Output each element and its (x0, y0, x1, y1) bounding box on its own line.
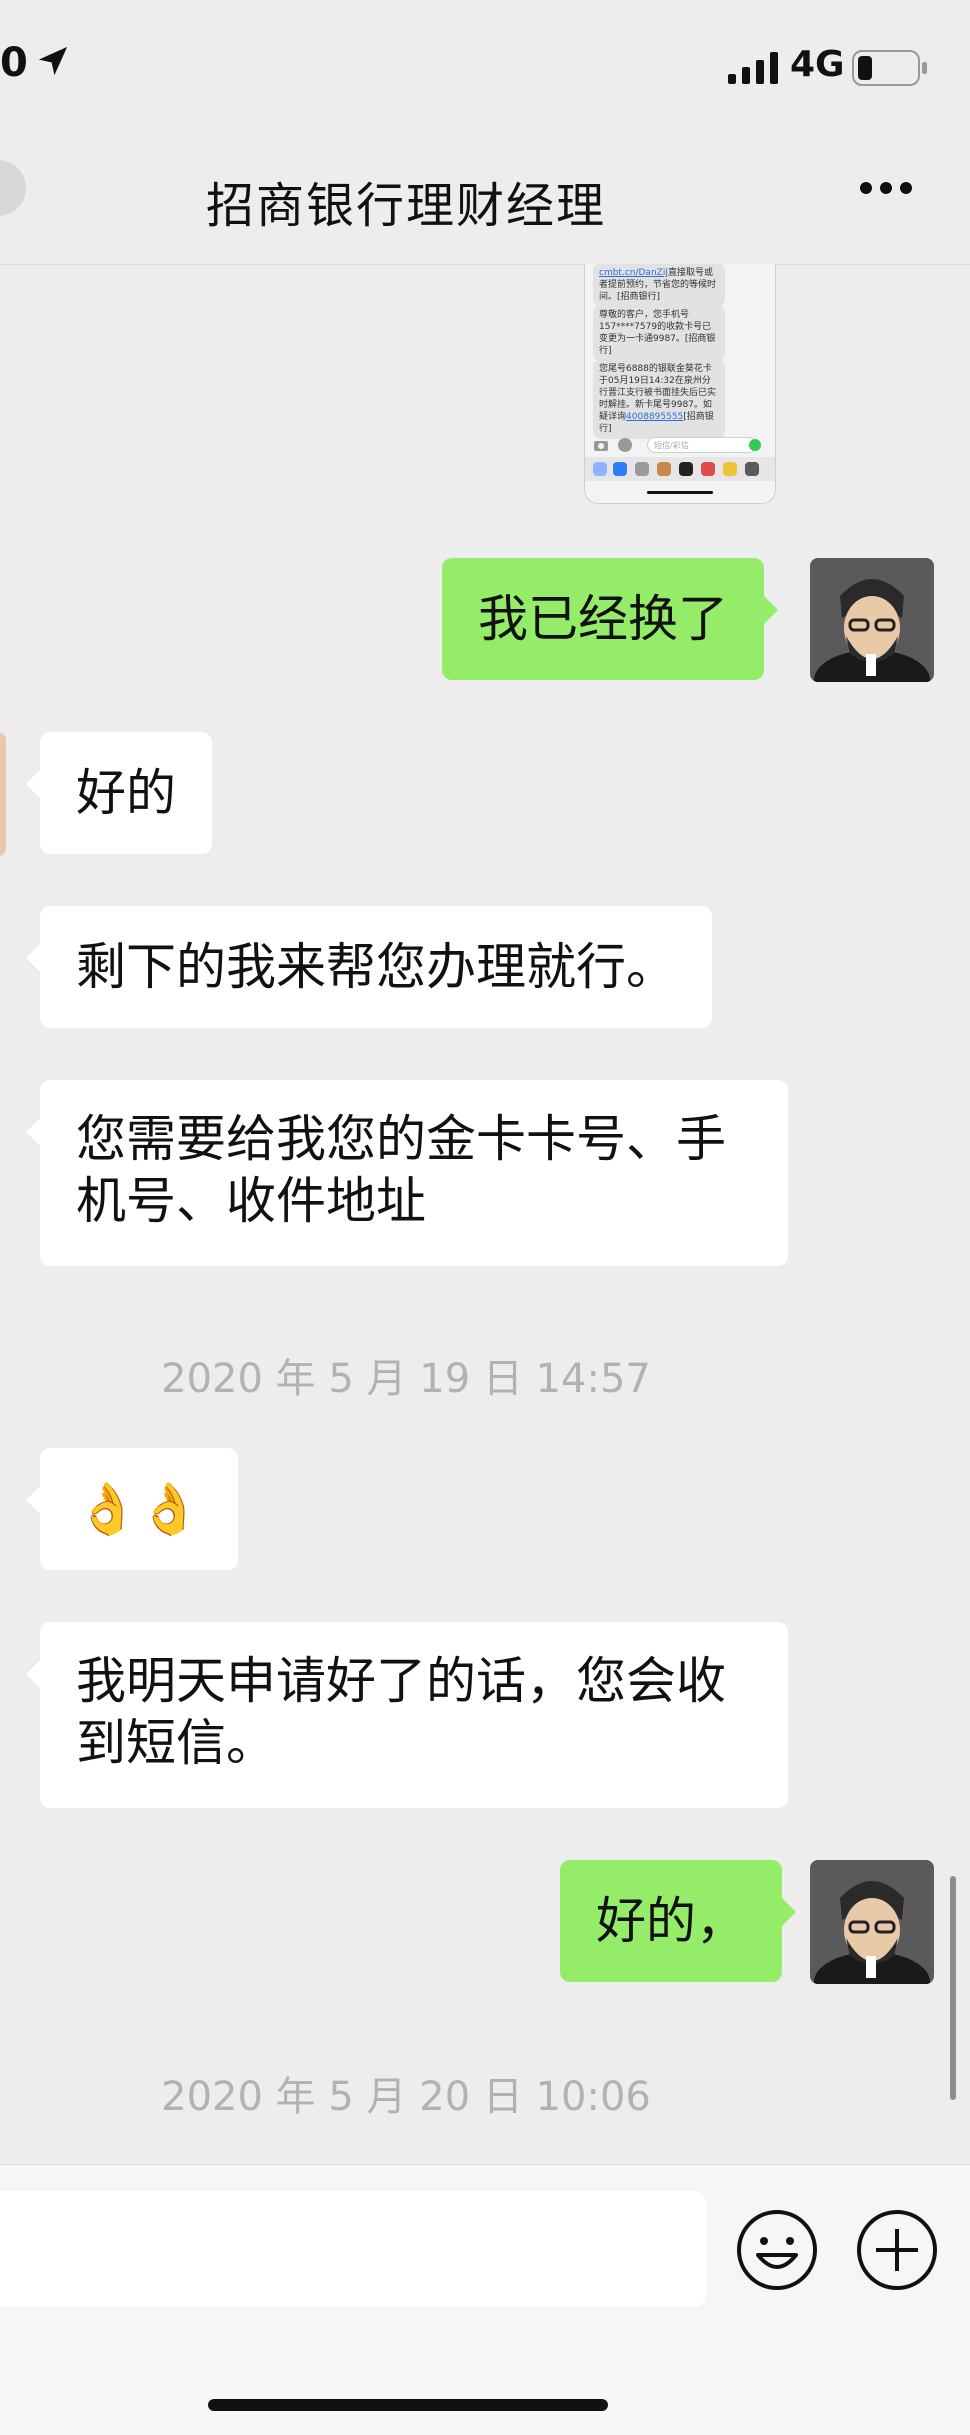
battery-icon (852, 50, 927, 86)
home-indicator (208, 2399, 608, 2411)
chat-timestamp: 2020 年 5 月 20 日 10:06 (161, 2074, 651, 2120)
sms-bubble: 您尾号6888的银联金葵花卡于05月19日14:32在泉州分行晋江支行被书面挂失… (593, 359, 725, 439)
audio-icon (749, 439, 761, 451)
message-line: 您需要给我您的金卡卡号、手 (76, 1110, 726, 1168)
network-type: 4G (790, 44, 845, 85)
received-message-bubble[interactable]: 剩下的我来帮您办理就行。 (26, 906, 712, 1028)
message-line: 我明天申请好了的话，您会收 (76, 1652, 726, 1710)
received-message-bubble[interactable]: 您需要给我您的金卡卡号、手 机号、收件地址 (26, 1080, 788, 1266)
sms-app-strip (585, 457, 775, 481)
chat-timestamp: 2020 年 5 月 19 日 14:57 (161, 1356, 651, 1402)
plus-circle-icon[interactable] (856, 2209, 938, 2291)
sent-message-bubble[interactable]: 我已经换了 (442, 558, 778, 680)
appstore-app-icon (613, 462, 627, 476)
sms-bubble: 尊敬的客户，您手机号157****7579的收款卡号已变更为一卡通9987。[招… (593, 305, 725, 361)
scrollbar[interactable] (950, 1876, 956, 2100)
sticker-app-icon (635, 462, 649, 476)
memoji-app-icon (657, 462, 671, 476)
message-line: 机号、收件地址 (76, 1172, 426, 1230)
status-bar: 0 4G (0, 0, 970, 140)
received-message-bubble[interactable]: 我明天申请好了的话，您会收 到短信。 (26, 1622, 788, 1808)
home-indicator (647, 491, 713, 494)
sms-link: cmbt.cn/DanZiJ (599, 268, 668, 278)
contact-avatar[interactable] (0, 732, 6, 856)
sent-message-bubble[interactable]: 好的， (560, 1860, 796, 1982)
chat-header: 招商银行理财经理 (0, 140, 970, 265)
my-avatar[interactable] (810, 1860, 934, 1984)
message-input[interactable] (0, 2191, 706, 2307)
photos-app-icon (593, 462, 607, 476)
chat-title: 招商银行理财经理 (205, 178, 606, 234)
appstore-icon (618, 438, 632, 452)
music-app-icon (679, 462, 693, 476)
my-avatar[interactable] (810, 558, 934, 682)
received-message-bubble[interactable]: 好的 (26, 732, 212, 854)
received-message-bubble[interactable]: 👌👌 (26, 1448, 238, 1570)
ok-hand-emoji-icon: 👌👌 (76, 1480, 201, 1538)
avatar-image-icon (810, 1860, 934, 1984)
heart-app-icon (701, 462, 715, 476)
sms-input-bar: 短信/彩信 (585, 433, 775, 457)
message-line: 到短信。 (76, 1714, 276, 1772)
image-message-sms-screenshot[interactable]: cmbt.cn/DanZiJ直接取号或者提前预约，节省您的等候时间。[招商银行]… (584, 264, 776, 504)
sms-link: 4008895555 (626, 412, 684, 422)
avatar-image-icon (810, 558, 934, 682)
smiley-face-icon[interactable] (736, 2209, 818, 2291)
emoji-app-icon (723, 462, 737, 476)
location-arrow-icon (38, 46, 68, 76)
message-list[interactable]: cmbt.cn/DanZiJ直接取号或者提前预约，节省您的等候时间。[招商银行]… (0, 264, 970, 2164)
status-time: 0 (0, 40, 28, 86)
input-bar (0, 2164, 970, 2435)
camera-icon (594, 441, 608, 451)
signal-bars-icon (728, 52, 778, 84)
more-app-icon (745, 462, 759, 476)
sms-input-field: 短信/彩信 (647, 437, 757, 453)
sms-bubble: cmbt.cn/DanZiJ直接取号或者提前预约，节省您的等候时间。[招商银行] (593, 264, 725, 307)
more-dots-icon[interactable] (858, 180, 914, 196)
